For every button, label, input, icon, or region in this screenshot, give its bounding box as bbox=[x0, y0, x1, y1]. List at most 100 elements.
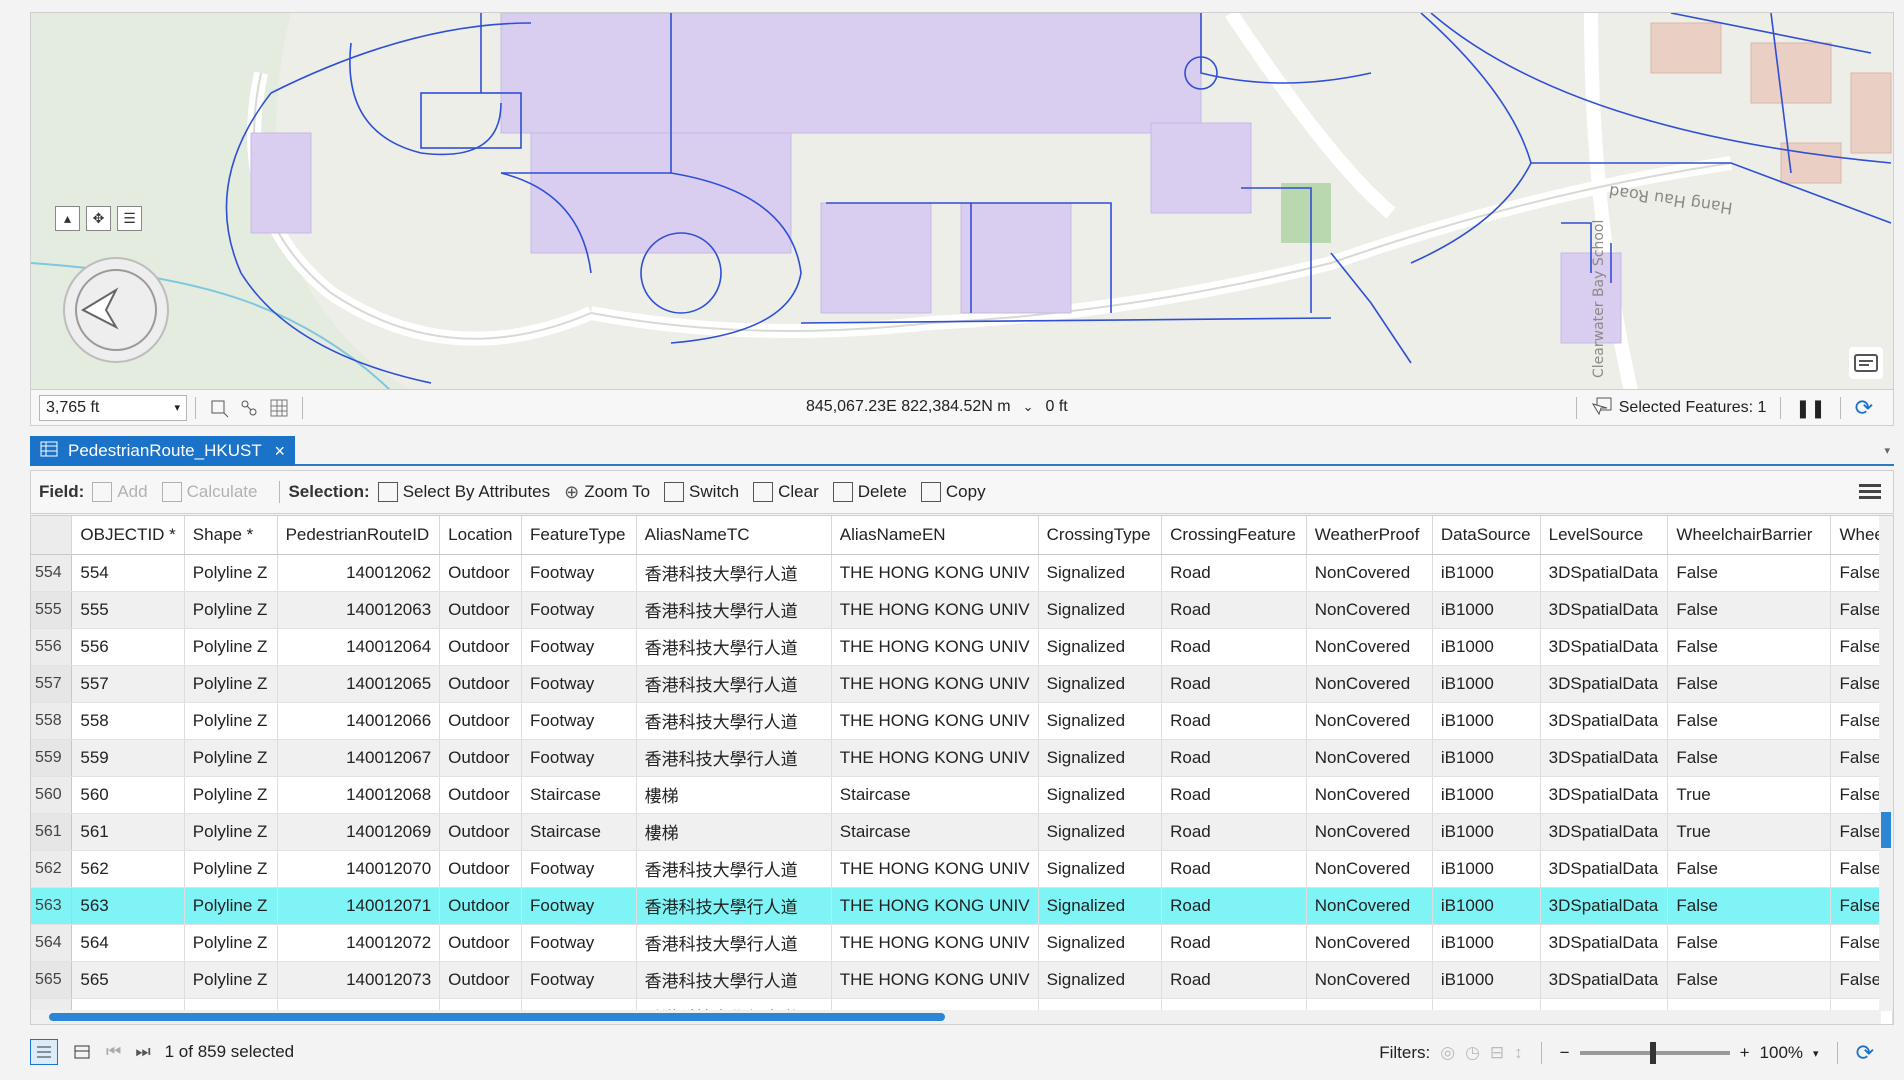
table-cell[interactable]: iB1000 bbox=[1432, 887, 1541, 925]
map-overview-icon[interactable] bbox=[1849, 347, 1883, 379]
table-cell[interactable]: iB1000 bbox=[1432, 628, 1541, 666]
table-cell[interactable]: NonCovered bbox=[1306, 591, 1433, 629]
table-cell[interactable]: Signalized bbox=[1038, 887, 1163, 925]
table-cell[interactable]: Footway bbox=[521, 850, 637, 888]
table-cell[interactable]: False bbox=[1667, 961, 1832, 999]
table-cell[interactable]: Road bbox=[1161, 850, 1307, 888]
table-row[interactable]: 561 561 Polyline Z 140012069 Outdoor Staircas… bbox=[31, 813, 1893, 851]
row-number[interactable]: 561 bbox=[31, 813, 73, 851]
time-filter-icon[interactable]: ◷ bbox=[1465, 1043, 1480, 1063]
pan-up-icon[interactable]: ▴ bbox=[55, 206, 80, 231]
table-cell[interactable]: Road bbox=[1161, 887, 1307, 925]
table-cell[interactable]: Staircase bbox=[831, 776, 1039, 814]
column-header[interactable]: WeatherProof bbox=[1306, 516, 1433, 555]
zoom-slider[interactable] bbox=[1579, 1042, 1730, 1064]
table-cell[interactable]: THE HONG KONG UNIV bbox=[831, 887, 1039, 925]
row-number[interactable]: 562 bbox=[31, 850, 73, 888]
column-header[interactable]: AliasNameTC bbox=[636, 516, 832, 555]
table-cell[interactable]: False bbox=[1667, 628, 1832, 666]
close-icon[interactable]: × bbox=[274, 441, 285, 462]
horizontal-scrollbar[interactable] bbox=[31, 1010, 1881, 1024]
table-cell[interactable]: 香港科技大學行人道 bbox=[636, 591, 832, 629]
table-cell[interactable]: 3DSpatialData bbox=[1540, 739, 1669, 777]
table-cell[interactable]: 140012067 bbox=[277, 739, 441, 777]
table-cell[interactable]: 555 bbox=[71, 591, 185, 629]
table-cell[interactable]: Road bbox=[1161, 665, 1307, 703]
table-cell[interactable]: THE HONG KONG UNIV bbox=[831, 591, 1039, 629]
table-cell[interactable]: iB1000 bbox=[1432, 554, 1541, 592]
table-cell[interactable]: NonCovered bbox=[1306, 924, 1433, 962]
table-cell[interactable]: NonCovered bbox=[1306, 776, 1433, 814]
table-cell[interactable]: Signalized bbox=[1038, 961, 1163, 999]
table-row[interactable]: 554 554 Polyline Z 140012062 Outdoor Footway 香… bbox=[31, 554, 1893, 592]
row-number[interactable]: 560 bbox=[31, 776, 73, 814]
table-row[interactable]: 555 555 Polyline Z 140012063 Outdoor Footway 香… bbox=[31, 591, 1893, 629]
table-cell[interactable]: NonCovered bbox=[1306, 554, 1433, 592]
table-cell[interactable]: False bbox=[1667, 850, 1832, 888]
table-cell[interactable]: 557 bbox=[71, 665, 185, 703]
table-cell[interactable]: 140012064 bbox=[277, 628, 441, 666]
table-cell[interactable]: 3DSpatialData bbox=[1540, 850, 1669, 888]
table-cell[interactable]: Signalized bbox=[1038, 924, 1163, 962]
table-cell[interactable]: 140012072 bbox=[277, 924, 441, 962]
table-cell[interactable]: 558 bbox=[71, 702, 185, 740]
table-cell[interactable]: 3DSpatialData bbox=[1540, 924, 1669, 962]
chevron-down-icon[interactable]: ▾ bbox=[1813, 1047, 1819, 1060]
add-field-button[interactable]: Add bbox=[92, 482, 148, 502]
column-header[interactable]: LevelSource bbox=[1540, 516, 1669, 555]
switch-selection-button[interactable]: Switch bbox=[664, 482, 739, 502]
table-cell[interactable]: Signalized bbox=[1038, 739, 1163, 777]
table-cell[interactable]: iB1000 bbox=[1432, 739, 1541, 777]
table-cell[interactable]: Outdoor bbox=[439, 702, 523, 740]
snapping-icon[interactable] bbox=[238, 397, 260, 419]
scroll-thumb[interactable] bbox=[1881, 812, 1891, 848]
table-cell[interactable]: Footway bbox=[521, 591, 637, 629]
table-cell[interactable]: THE HONG KONG UNIV bbox=[831, 702, 1039, 740]
table-cell[interactable]: Outdoor bbox=[439, 924, 523, 962]
sort-icon[interactable]: ↕ bbox=[1514, 1043, 1523, 1063]
table-cell[interactable]: NonCovered bbox=[1306, 628, 1433, 666]
scroll-thumb[interactable] bbox=[49, 1013, 945, 1021]
table-cell[interactable]: 3DSpatialData bbox=[1540, 665, 1669, 703]
table-cell[interactable]: Staircase bbox=[521, 776, 637, 814]
table-cell[interactable]: Signalized bbox=[1038, 813, 1163, 851]
table-cell[interactable]: Footway bbox=[521, 961, 637, 999]
table-cell[interactable]: Signalized bbox=[1038, 591, 1163, 629]
column-header[interactable]: OBJECTID * bbox=[71, 516, 185, 555]
table-cell[interactable]: 3DSpatialData bbox=[1540, 702, 1669, 740]
table-row[interactable]: 558 558 Polyline Z 140012066 Outdoor Footway 香… bbox=[31, 702, 1893, 740]
table-cell[interactable]: 3DSpatialData bbox=[1540, 813, 1669, 851]
table-cell[interactable]: 140012070 bbox=[277, 850, 441, 888]
table-cell[interactable]: THE HONG KONG UNIV bbox=[831, 628, 1039, 666]
table-cell[interactable]: NonCovered bbox=[1306, 961, 1433, 999]
table-cell[interactable]: 3DSpatialData bbox=[1540, 961, 1669, 999]
table-cell[interactable]: iB1000 bbox=[1432, 850, 1541, 888]
table-cell[interactable]: False bbox=[1667, 665, 1832, 703]
table-cell[interactable]: False bbox=[1667, 702, 1832, 740]
table-cell[interactable]: Road bbox=[1161, 554, 1307, 592]
table-cell[interactable]: Polyline Z bbox=[184, 739, 278, 777]
table-row[interactable]: 563 563 Polyline Z 140012071 Outdoor Footway 香… bbox=[31, 887, 1893, 925]
zoom-in-icon[interactable]: + bbox=[1740, 1043, 1750, 1063]
chevron-down-icon[interactable]: ▾ bbox=[1884, 444, 1890, 457]
table-cell[interactable]: Signalized bbox=[1038, 554, 1163, 592]
vertical-scrollbar[interactable] bbox=[1879, 516, 1893, 1011]
show-all-records-icon[interactable] bbox=[30, 1039, 58, 1065]
row-number[interactable]: 559 bbox=[31, 739, 73, 777]
table-cell[interactable]: 樓梯 bbox=[636, 813, 832, 851]
table-cell[interactable]: Outdoor bbox=[439, 813, 523, 851]
table-cell[interactable]: Polyline Z bbox=[184, 850, 278, 888]
table-cell[interactable]: 554 bbox=[71, 554, 185, 592]
table-cell[interactable]: Polyline Z bbox=[184, 961, 278, 999]
table-cell[interactable]: iB1000 bbox=[1432, 665, 1541, 703]
table-cell[interactable]: Footway bbox=[521, 887, 637, 925]
table-cell[interactable]: Outdoor bbox=[439, 591, 523, 629]
table-cell[interactable]: iB1000 bbox=[1432, 702, 1541, 740]
last-record-icon[interactable]: ⏭ bbox=[135, 1042, 150, 1062]
table-cell[interactable]: Footway bbox=[521, 739, 637, 777]
walk-mode-icon[interactable]: ☰ bbox=[117, 206, 142, 231]
navigator-compass-icon[interactable] bbox=[61, 255, 171, 365]
table-cell[interactable]: Signalized bbox=[1038, 702, 1163, 740]
table-cell[interactable]: 香港科技大學行人道 bbox=[636, 887, 832, 925]
table-cell[interactable]: False bbox=[1667, 554, 1832, 592]
